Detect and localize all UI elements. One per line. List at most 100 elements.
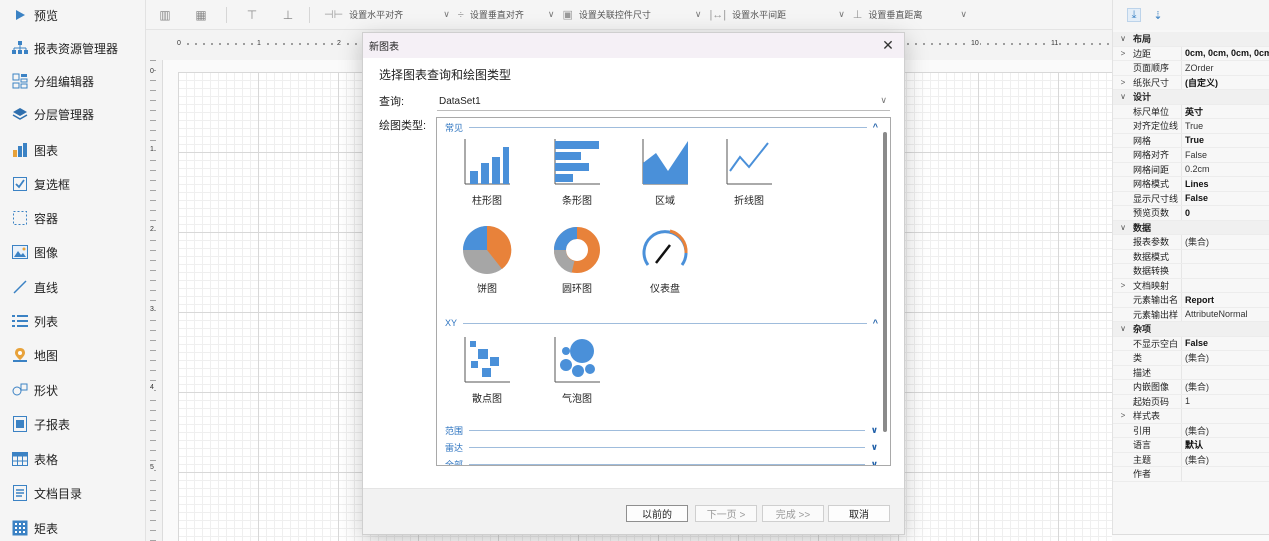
toolbox-item-group-editor[interactable]: 分组编辑器 (0, 66, 146, 96)
property-value[interactable]: False (1181, 191, 1269, 205)
property-row[interactable]: 标尺单位 英寸 (1113, 104, 1269, 119)
property-row[interactable]: 主题 (集合) (1113, 452, 1269, 467)
toolbox-item-chart[interactable]: 图表 (0, 135, 146, 165)
property-row[interactable]: 网格模式 Lines (1113, 177, 1269, 192)
toolbox-item-explorer[interactable]: 报表资源管理器 (0, 33, 146, 63)
property-row[interactable]: > 样式表 (1113, 409, 1269, 424)
align-bottom-icon[interactable]: ⊥ (277, 4, 299, 26)
property-row[interactable]: 网格对齐 False (1113, 148, 1269, 163)
property-category[interactable]: ∨ 设计 (1113, 90, 1269, 105)
property-value[interactable]: False (1181, 336, 1269, 350)
property-value[interactable]: (集合) (1181, 351, 1269, 365)
property-value[interactable]: (集合) (1181, 235, 1269, 249)
property-row[interactable]: > 纸张尺寸 (自定义) (1113, 75, 1269, 90)
chart-tile-scatter[interactable]: 散点图 (452, 334, 522, 414)
align-left-edges-icon[interactable]: ▥ (154, 4, 176, 26)
chevron-right-icon[interactable]: > (1113, 281, 1133, 290)
property-category[interactable]: ∨ 杂项 (1113, 322, 1269, 337)
property-row[interactable]: > 文档映射 (1113, 278, 1269, 293)
toolbox-item-shape[interactable]: 形状 (0, 375, 146, 405)
v-align-dropdown[interactable]: ÷ 设置垂直对齐 ∨ (458, 8, 555, 21)
finish-button[interactable]: 完成 >> (762, 505, 824, 522)
property-value[interactable]: True (1181, 133, 1269, 147)
property-category[interactable]: ∨ 布局 (1113, 32, 1269, 47)
chevron-right-icon[interactable]: > (1113, 78, 1133, 87)
property-value[interactable]: 1 (1181, 394, 1269, 408)
property-value[interactable] (1181, 365, 1269, 379)
section-common[interactable]: 常见 ^ (445, 121, 878, 133)
property-value[interactable]: (自定义) (1181, 75, 1269, 89)
chart-tile-pie[interactable]: 饼图 (452, 224, 522, 304)
property-value[interactable]: Lines (1181, 177, 1269, 191)
property-value[interactable]: 0 (1181, 206, 1269, 220)
chart-tile-donut[interactable]: 圆环图 (542, 224, 612, 304)
property-row[interactable]: 元素输出样 AttributeNormal (1113, 307, 1269, 322)
cancel-button[interactable]: 取消 (828, 505, 890, 522)
section-xy[interactable]: XY ^ (445, 317, 878, 329)
property-value[interactable]: ZOrder (1181, 61, 1269, 75)
property-row[interactable]: 引用 (集合) (1113, 423, 1269, 438)
v-spacing-dropdown[interactable]: ⊥ 设置垂直距离 ∨ (853, 8, 967, 21)
chevron-down-icon[interactable]: ∨ (1113, 324, 1133, 333)
property-value[interactable]: 0.2cm (1181, 162, 1269, 176)
property-row[interactable]: 网格 True (1113, 133, 1269, 148)
property-value[interactable]: True (1181, 119, 1269, 133)
property-row[interactable]: 不显示空白 False (1113, 336, 1269, 351)
align-top-icon[interactable]: ⊤ (241, 4, 263, 26)
property-row[interactable]: 元素输出名 Report (1113, 293, 1269, 308)
property-row[interactable]: 报表参数 (集合) (1113, 235, 1269, 250)
next-button[interactable]: 下一页 > (695, 505, 757, 522)
property-value[interactable]: AttributeNormal (1181, 307, 1269, 321)
h-align-dropdown[interactable]: ⊣⊢ 设置水平对齐 ∨ (324, 8, 450, 21)
property-value[interactable]: (集合) (1181, 423, 1269, 437)
h-spacing-dropdown[interactable]: |↔| 设置水平间距 ∨ (709, 8, 844, 21)
property-row[interactable]: 显示尺寸线 False (1113, 191, 1269, 206)
property-value[interactable]: Report (1181, 293, 1269, 307)
property-value[interactable] (1181, 249, 1269, 263)
property-category[interactable]: ∨ 数据 (1113, 220, 1269, 235)
control-size-dropdown[interactable]: ▣ 设置关联控件尺寸 ∨ (562, 8, 701, 21)
chart-type-list[interactable]: 常见 ^ 柱形图 条形图 区域 折线图 饼图 圆环图 仪表盘 XY ^ 散点图 … (436, 117, 891, 466)
section-range[interactable]: 范围 ∨ (445, 424, 878, 436)
property-value[interactable]: (集合) (1181, 380, 1269, 394)
property-row[interactable]: 数据模式 (1113, 249, 1269, 264)
property-row[interactable]: 作者 (1113, 467, 1269, 482)
property-value[interactable]: 0cm, 0cm, 0cm, 0cm (1181, 46, 1269, 60)
chart-tile-column[interactable]: 柱形图 (452, 136, 522, 216)
property-value[interactable] (1181, 264, 1269, 278)
toolbox-item-matrix[interactable]: 矩表 (0, 513, 146, 541)
property-row[interactable]: 内嵌图像 (集合) (1113, 380, 1269, 395)
close-icon[interactable]: ✕ (880, 37, 896, 53)
toolbox-item-table[interactable]: 表格 (0, 444, 146, 474)
section-all[interactable]: 全部 ∨ (445, 458, 878, 466)
property-row[interactable]: 语言 默认 (1113, 438, 1269, 453)
back-button[interactable]: 以前的 (626, 505, 688, 522)
toolbox-item-checkbox[interactable]: 复选框 (0, 169, 146, 199)
property-row[interactable]: 网格间距 0.2cm (1113, 162, 1269, 177)
property-row[interactable]: 描述 (1113, 365, 1269, 380)
align-centers-icon[interactable]: ▦ (190, 4, 212, 26)
property-row[interactable]: 页面顺序 ZOrder (1113, 61, 1269, 76)
chevron-down-icon[interactable]: ∨ (1113, 92, 1133, 101)
chart-tile-area[interactable]: 区域 (630, 136, 700, 216)
toolbox-item-container[interactable]: 容器 (0, 203, 146, 233)
property-row[interactable]: 对齐定位线 True (1113, 119, 1269, 134)
property-row[interactable]: 数据转换 (1113, 264, 1269, 279)
sort-alpha-icon[interactable]: ⇣ (1151, 8, 1165, 22)
property-value[interactable]: 英寸 (1181, 104, 1269, 118)
section-radar[interactable]: 雷达 ∨ (445, 441, 878, 453)
toolbox-item-preview[interactable]: 预览 (0, 0, 146, 30)
toolbox-item-line[interactable]: 直线 (0, 272, 146, 302)
property-row[interactable]: 预览页数 0 (1113, 206, 1269, 221)
chart-tile-bubble[interactable]: 气泡图 (542, 334, 612, 414)
chart-tile-gauge[interactable]: 仪表盘 (630, 224, 700, 304)
chevron-right-icon[interactable]: > (1113, 49, 1133, 58)
property-row[interactable]: > 边距 0cm, 0cm, 0cm, 0cm (1113, 46, 1269, 61)
property-value[interactable] (1181, 467, 1269, 481)
toolbox-item-image[interactable]: 图像 (0, 237, 146, 267)
toolbox-item-subreport[interactable]: 子报表 (0, 409, 146, 439)
scrollbar-thumb[interactable] (883, 132, 887, 432)
toolbox-item-layer-manager[interactable]: 分层管理器 (0, 99, 146, 129)
property-value[interactable]: 默认 (1181, 438, 1269, 452)
chart-tile-bar[interactable]: 条形图 (542, 136, 612, 216)
